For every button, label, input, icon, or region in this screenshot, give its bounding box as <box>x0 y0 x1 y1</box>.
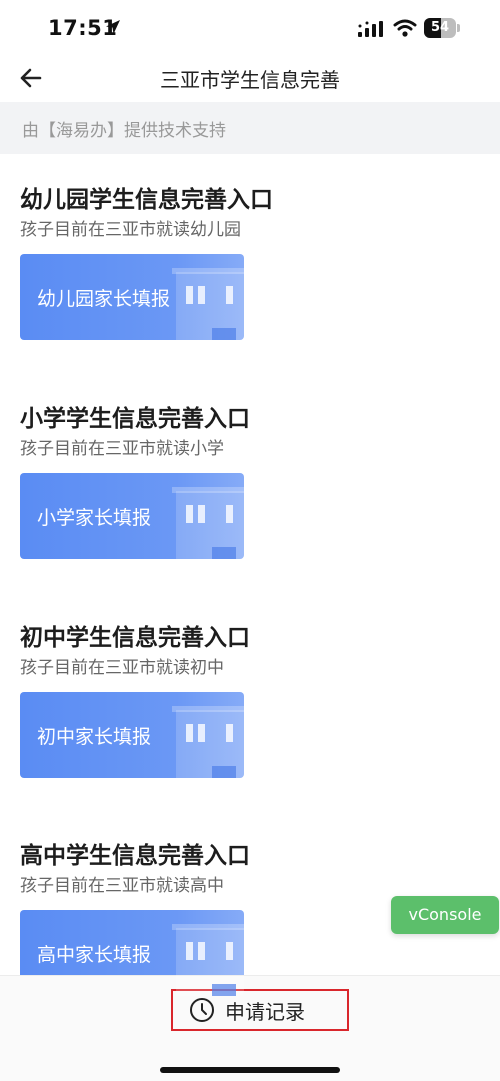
page-title: 三亚市学生信息完善 <box>160 68 340 92</box>
section-title: 幼儿园学生信息完善入口 <box>20 187 273 213</box>
vconsole-button[interactable]: vConsole <box>391 896 499 934</box>
section-subtitle: 孩子目前在三亚市就读幼儿园 <box>20 220 241 240</box>
section-subtitle: 孩子目前在三亚市就读小学 <box>20 439 224 459</box>
primary-parent-fill-button[interactable]: 小学家长填报 <box>20 473 244 559</box>
junior-high-parent-fill-button[interactable]: 初中家长填报 <box>20 692 244 778</box>
section-subtitle: 孩子目前在三亚市就读高中 <box>20 876 224 896</box>
entry-button-label: 初中家长填报 <box>37 726 152 748</box>
clock-icon <box>190 998 214 1022</box>
building-icon <box>172 487 244 559</box>
kindergarten-parent-fill-button[interactable]: 幼儿园家长填报 <box>20 254 244 340</box>
nav-bar: 三亚市学生信息完善 <box>0 56 500 100</box>
entry-button-label: 小学家长填报 <box>37 507 152 529</box>
records-label: 申请记录 <box>225 1000 305 1024</box>
status-bar: 17:51 54 <box>0 0 500 56</box>
section-title: 初中学生信息完善入口 <box>20 625 250 651</box>
cellular-signal-icon <box>358 21 383 37</box>
section-subtitle: 孩子目前在三亚市就读初中 <box>20 658 224 678</box>
location-arrow-icon <box>106 20 120 34</box>
support-text: 由【海易办】提供技术支持 <box>22 121 226 141</box>
building-icon <box>172 706 244 778</box>
building-icon <box>172 924 244 996</box>
section-title: 高中学生信息完善入口 <box>20 843 250 869</box>
battery-level: 54 <box>430 20 450 35</box>
home-indicator[interactable] <box>160 1067 340 1073</box>
wifi-icon <box>393 19 417 37</box>
entry-button-label: 高中家长填报 <box>37 944 152 966</box>
bottom-bar: 申请记录 <box>0 975 500 1081</box>
building-icon <box>172 268 244 340</box>
support-banner: 由【海易办】提供技术支持 <box>0 102 500 154</box>
battery-icon: 54 <box>424 18 462 38</box>
entry-button-label: 幼儿园家长填报 <box>37 288 171 310</box>
section-title: 小学学生信息完善入口 <box>20 406 250 432</box>
